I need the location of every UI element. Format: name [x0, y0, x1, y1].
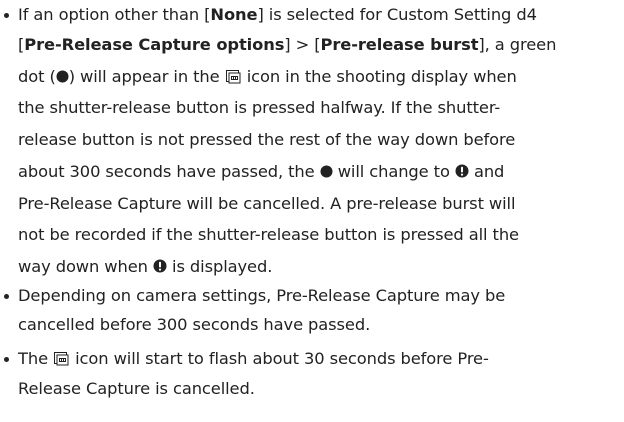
- text-line: dot ( ) will appear in the icon in the sh…: [18, 62, 517, 92]
- bullet-marker: [4, 281, 16, 311]
- bullet-marker: [4, 0, 16, 30]
- pre-release-capture-icon: [225, 70, 241, 84]
- text-line: [Pre-Release Capture options] > [Pre-rel…: [18, 30, 556, 60]
- text-line: the shutter-release button is pressed ha…: [18, 93, 500, 123]
- text-line: If an option other than [None] is select…: [18, 0, 537, 30]
- text: not be recorded if the shutter-release b…: [18, 225, 519, 244]
- menu-name: Pre-release burst: [320, 35, 479, 54]
- menu-name: Pre-Release Capture options: [24, 35, 285, 54]
- text-line: about 300 seconds have passed, the will …: [18, 157, 504, 187]
- text: The: [18, 349, 54, 368]
- manual-note: If an option other than [None] is select…: [0, 0, 624, 422]
- text-line: The icon will start to flash about 30 se…: [18, 344, 489, 374]
- text-line: Pre-Release Capture will be cancelled. A…: [18, 189, 516, 219]
- filled-circle-icon: [56, 63, 69, 93]
- text: the shutter-release button is pressed ha…: [18, 98, 501, 117]
- text: will change to: [332, 162, 455, 181]
- text-line: Release Capture is cancelled.: [18, 374, 255, 404]
- text: ] is selected for Custom Setting d4: [257, 5, 537, 24]
- text: release button is not pressed the rest o…: [18, 130, 516, 149]
- text: If an option other than [: [18, 5, 211, 24]
- text: ] > [: [284, 35, 321, 54]
- filled-circle-icon: [320, 158, 333, 188]
- text: icon will start to flash about 30 second…: [70, 349, 489, 368]
- text: Pre-Release Capture will be cancelled. A…: [18, 194, 516, 213]
- exclamation-circle-icon: [153, 253, 167, 283]
- pre-release-capture-icon: [54, 352, 69, 366]
- text: is displayed.: [166, 257, 273, 276]
- text-line: not be recorded if the shutter-release b…: [18, 220, 519, 250]
- text: Release Capture is cancelled.: [18, 379, 255, 398]
- text: way down when: [18, 257, 153, 276]
- exclamation-circle-icon: [455, 158, 469, 188]
- bullet-marker: [4, 344, 16, 374]
- text: ], a green: [478, 35, 557, 54]
- text: cancelled before 300 seconds have passed…: [18, 315, 371, 334]
- text-line: way down when is displayed.: [18, 252, 272, 282]
- text: dot (: [18, 67, 56, 86]
- text: icon in the shooting display when: [241, 67, 517, 86]
- text: about 300 seconds have passed, the: [18, 162, 320, 181]
- text: ) will appear in the: [68, 67, 225, 86]
- text-line: cancelled before 300 seconds have passed…: [18, 310, 370, 340]
- text-line: release button is not pressed the rest o…: [18, 125, 515, 155]
- text: Depending on camera settings, Pre-Releas…: [18, 286, 506, 305]
- option-name: None: [210, 5, 258, 24]
- text: and: [468, 162, 505, 181]
- text-line: Depending on camera settings, Pre-Releas…: [18, 281, 505, 311]
